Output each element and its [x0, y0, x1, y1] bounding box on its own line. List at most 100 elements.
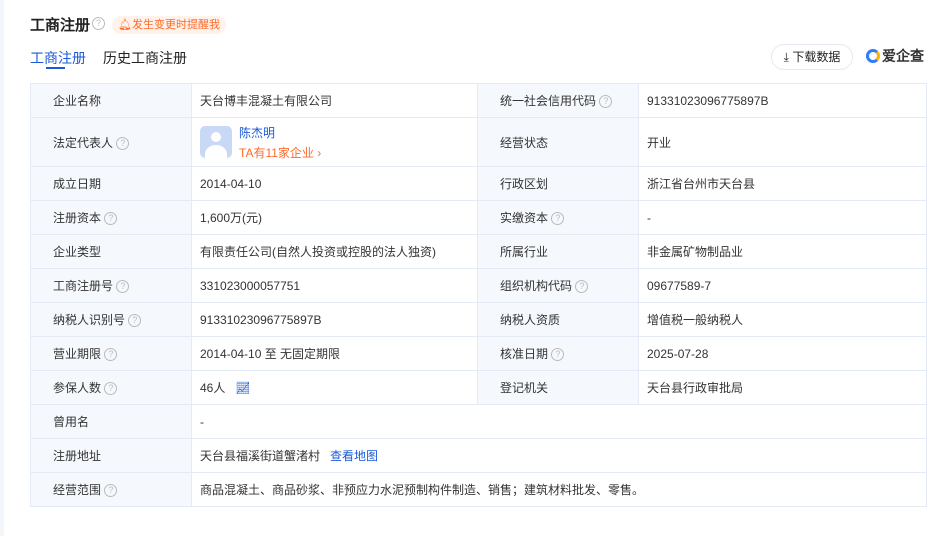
- field-value: -: [638, 200, 927, 235]
- help-icon[interactable]: ?: [116, 136, 130, 150]
- field-label: 核准日期 ?: [477, 336, 639, 371]
- field-label: 实缴资本 ?: [477, 200, 639, 235]
- help-icon[interactable]: ?: [92, 17, 105, 30]
- active-tab-indicator: [46, 67, 65, 69]
- value-text: 天台县福溪街道蟹渚村: [200, 449, 321, 463]
- field-value: 天台博丰混凝土有限公司: [191, 83, 478, 118]
- value-text: 91331023096775897B: [647, 93, 769, 108]
- value-text: 2014-04-10: [200, 176, 262, 191]
- table-row: 注册资本 ? 1,600万(元) 实缴资本 ? -: [30, 200, 927, 235]
- field-label: 注册地址: [30, 438, 192, 473]
- help-icon[interactable]: ?: [104, 382, 118, 396]
- change-remind-button[interactable]: 🔔︎发生变更时提醒我: [112, 16, 226, 34]
- help-icon[interactable]: ?: [551, 348, 565, 362]
- help-icon[interactable]: ?: [599, 95, 613, 109]
- legal-rep-name[interactable]: 陈杰明: [239, 124, 321, 141]
- help-icon[interactable]: ?: [104, 212, 118, 226]
- help-icon[interactable]: ?: [128, 314, 142, 328]
- table-row: 工商注册号 ? 331023000057751 组织机构代码 ? 09677589-7: [30, 268, 927, 303]
- field-label: 纳税人资质: [477, 302, 639, 337]
- field-value: 2014-04-10 至 无固定期限: [191, 336, 478, 371]
- logo-icon: [866, 49, 880, 63]
- view-map-link[interactable]: 查看地图: [330, 449, 378, 463]
- help-icon[interactable]: ?: [116, 280, 130, 294]
- field-label: 注册资本 ?: [30, 200, 192, 235]
- value-text: 天台博丰混凝土有限公司: [200, 94, 333, 108]
- field-value: 开业: [638, 117, 927, 167]
- field-label: 参保人数 ?: [30, 370, 192, 405]
- field-value: 46人 📈︎: [191, 370, 478, 405]
- label-text: 参保人数: [53, 381, 102, 395]
- help-icon[interactable]: ?: [104, 348, 118, 362]
- value-text: 非金属矿物制品业: [647, 245, 744, 259]
- help-icon[interactable]: ?: [551, 212, 565, 226]
- value-text: 有限责任公司(自然人投资或控股的法人独资): [200, 245, 436, 259]
- help-icon[interactable]: ?: [104, 484, 118, 498]
- label-text: 工商注册号: [53, 279, 114, 293]
- table-row: 曾用名 -: [30, 404, 927, 439]
- field-value: 有限责任公司(自然人投资或控股的法人独资): [191, 234, 478, 269]
- label-text: 营业期限: [53, 347, 102, 361]
- download-data-button[interactable]: ⤓ 下载数据: [771, 44, 853, 70]
- tab-business-registration[interactable]: 工商注册: [30, 48, 86, 68]
- label-text: 所属行业: [500, 245, 549, 259]
- field-value: 91331023096775897B: [191, 302, 478, 337]
- remind-label: 发生变更时提醒我: [131, 19, 220, 31]
- value-text: -: [647, 210, 651, 225]
- help-icon[interactable]: ?: [575, 280, 589, 294]
- table-row: 企业类型 有限责任公司(自然人投资或控股的法人独资) 所属行业 非金属矿物制品业: [30, 234, 927, 269]
- label-text: 成立日期: [53, 177, 102, 191]
- table-row: 法定代表人 ? 陈杰明 TA有11家企业 › 经营状态 开业: [30, 117, 927, 167]
- legal-rep-cell: 陈杰明 TA有11家企业 ›: [191, 117, 478, 167]
- field-label: 曾用名: [30, 404, 192, 439]
- tab-history-registration[interactable]: 历史工商注册: [103, 48, 187, 68]
- value-text: 1,600万(元): [200, 211, 263, 225]
- field-label: 经营范围 ?: [30, 472, 192, 507]
- table-row: 注册地址 天台县福溪街道蟹渚村 查看地图: [30, 438, 927, 473]
- logo-text: 爱企查: [882, 48, 924, 64]
- field-label: 法定代表人 ?: [30, 117, 192, 167]
- label-text: 纳税人资质: [500, 313, 561, 327]
- field-value: 1,600万(元): [191, 200, 478, 235]
- bell-icon: 🔔︎: [118, 19, 132, 31]
- field-label: 纳税人识别号 ?: [30, 302, 192, 337]
- field-value: 09677589-7: [638, 268, 927, 303]
- value-text: 浙江省台州市天台县: [647, 177, 756, 191]
- field-label: 企业类型: [30, 234, 192, 269]
- label-text: 统一社会信用代码: [500, 94, 597, 108]
- table-row: 营业期限 ? 2014-04-10 至 无固定期限 核准日期 ? 2025-07-28: [30, 336, 927, 371]
- value-text: 46人: [200, 381, 226, 395]
- field-value: 2014-04-10: [191, 166, 478, 201]
- field-label: 成立日期: [30, 166, 192, 201]
- value-text: 09677589-7: [647, 278, 712, 293]
- field-value: 浙江省台州市天台县: [638, 166, 927, 201]
- label-text: 实缴资本: [500, 211, 549, 225]
- registration-table: 企业名称 天台博丰混凝土有限公司 统一社会信用代码 ? 913310230967758…: [30, 83, 927, 507]
- field-value: 天台县福溪街道蟹渚村 查看地图: [191, 438, 927, 473]
- download-label: 下载数据: [792, 50, 841, 64]
- related-companies-link[interactable]: TA有11家企业 ›: [239, 144, 321, 161]
- aiqicha-logo: 爱企查: [866, 46, 924, 66]
- table-row: 参保人数 ? 46人 📈︎ 登记机关 天台县行政审批局: [30, 370, 927, 405]
- label-text: 登记机关: [500, 381, 549, 395]
- label-text: 法定代表人: [53, 135, 114, 150]
- label-text: 企业类型: [53, 245, 102, 259]
- label-text: 注册地址: [53, 449, 102, 463]
- field-value: -: [191, 404, 927, 439]
- value-text: 2025-07-28: [647, 346, 709, 361]
- field-value: 2025-07-28: [638, 336, 927, 371]
- value-text: 331023000057751: [200, 278, 301, 293]
- field-label: 所属行业: [477, 234, 639, 269]
- value-text: 增值税一般纳税人: [647, 313, 744, 327]
- field-label: 登记机关: [477, 370, 639, 405]
- chart-icon[interactable]: 📈︎: [235, 381, 250, 395]
- field-value: 商品混凝土、商品砂浆、非预应力水泥预制构件制造、销售；建筑材料批发、零售。: [191, 472, 927, 507]
- label-text: 企业名称: [53, 94, 102, 108]
- left-edge: [0, 0, 4, 536]
- value-text: -: [200, 414, 204, 429]
- field-value: 331023000057751: [191, 268, 478, 303]
- label-text: 行政区划: [500, 177, 549, 191]
- label-text: 曾用名: [53, 415, 90, 429]
- label-text: 经营范围: [53, 483, 102, 497]
- table-row: 经营范围 ? 商品混凝土、商品砂浆、非预应力水泥预制构件制造、销售；建筑材料批发、…: [30, 472, 927, 507]
